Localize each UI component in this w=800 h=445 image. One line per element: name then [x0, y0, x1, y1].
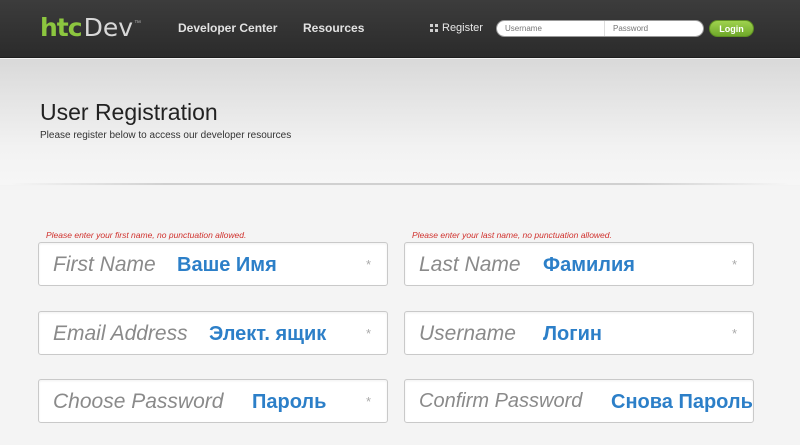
page-subtitle: Please register below to access our deve…: [40, 130, 292, 141]
required-asterisk: *: [365, 326, 371, 341]
logo-dev-text: Dev: [83, 13, 134, 42]
last-name-field[interactable]: Last Name Фамилия *: [404, 242, 754, 286]
first-name-overlay-label: Ваше Имя: [177, 254, 277, 276]
last-name-overlay-label: Фамилия: [543, 254, 635, 276]
logo-trademark: ™: [134, 20, 142, 27]
first-name-placeholder: First Name: [53, 253, 156, 276]
nav-developer-center[interactable]: Developer Center: [178, 21, 277, 35]
login-button[interactable]: Login: [709, 20, 754, 37]
page-title: User Registration: [40, 99, 218, 125]
required-asterisk: *: [365, 394, 371, 409]
confirm-password-field[interactable]: Confirm Password Снова Пароль: [404, 379, 754, 423]
email-field[interactable]: Email Address Элект. ящик *: [38, 311, 388, 355]
login-password-input[interactable]: [605, 21, 703, 36]
nav-resources[interactable]: Resources: [303, 21, 364, 35]
section-divider: [10, 183, 790, 185]
username-overlay-label: Логин: [543, 323, 602, 345]
required-asterisk: *: [731, 257, 737, 272]
required-asterisk: *: [365, 257, 371, 272]
email-placeholder: Email Address: [53, 322, 188, 345]
register-label: Register: [442, 22, 483, 34]
login-username-input[interactable]: [497, 21, 605, 36]
confirm-password-overlay-label: Снова Пароль: [611, 391, 753, 413]
username-placeholder: Username: [419, 322, 516, 345]
choose-password-overlay-label: Пароль: [252, 391, 327, 413]
register-icon: [430, 24, 438, 32]
last-name-placeholder: Last Name: [419, 253, 521, 276]
login-form: [496, 20, 704, 37]
logo-htc-text: htc: [40, 13, 83, 42]
required-asterisk: *: [731, 326, 737, 341]
htcdev-logo[interactable]: htc Dev ™: [40, 14, 141, 42]
email-overlay-label: Элект. ящик: [209, 323, 327, 345]
register-link[interactable]: Register: [430, 22, 483, 34]
first-name-error: Please enter your first name, no punctua…: [46, 230, 247, 240]
confirm-password-placeholder: Confirm Password: [419, 390, 583, 412]
last-name-error: Please enter your last name, no punctuat…: [412, 230, 612, 240]
top-navigation-bar: htc Dev ™ Developer Center Resources Reg…: [0, 0, 800, 58]
choose-password-placeholder: Choose Password: [53, 390, 224, 413]
choose-password-field[interactable]: Choose Password Пароль *: [38, 379, 388, 423]
username-field[interactable]: Username Логин *: [404, 311, 754, 355]
first-name-field[interactable]: First Name Ваше Имя *: [38, 242, 388, 286]
